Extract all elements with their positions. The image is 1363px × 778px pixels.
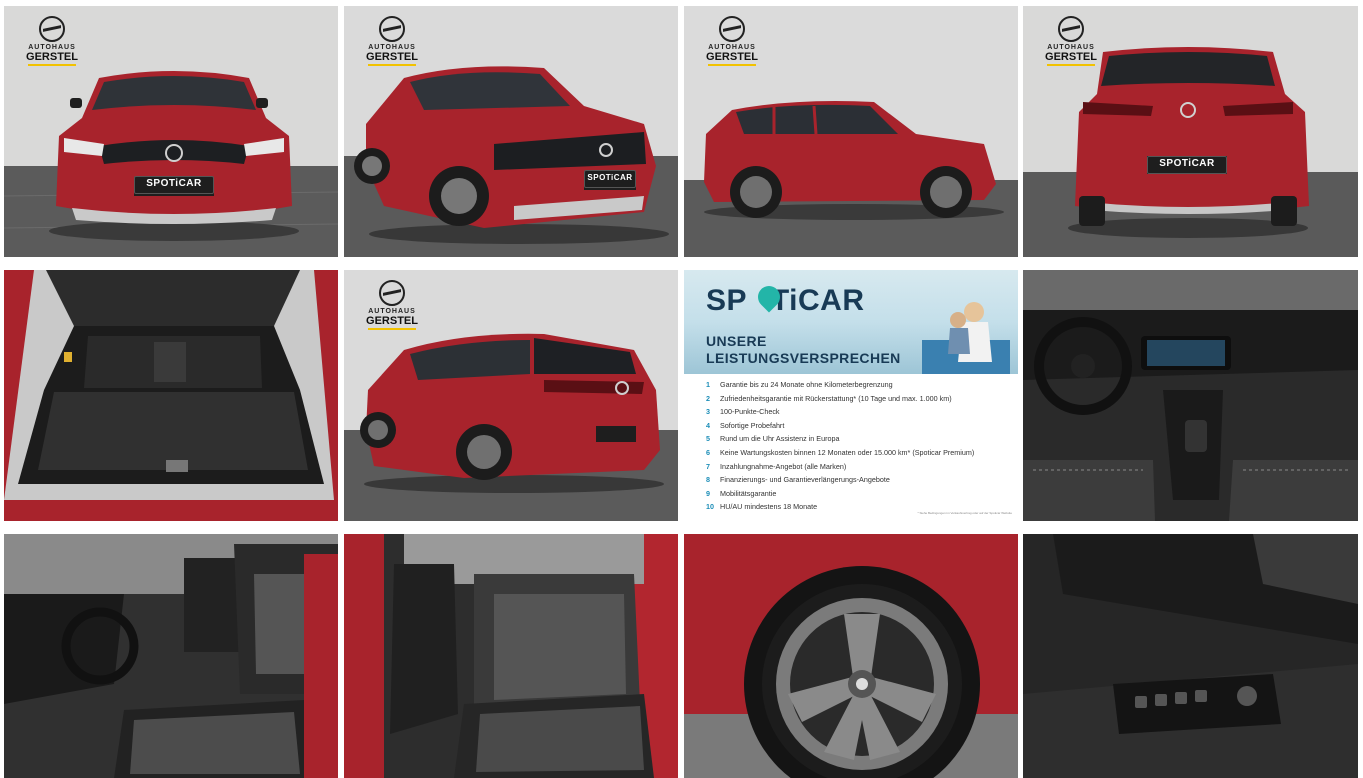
- dashboard-photo: [1023, 270, 1358, 521]
- front-seats-photo: [4, 534, 338, 778]
- dealer-logo: AUTOHAUS GERSTEL: [22, 16, 82, 66]
- list-item: 6 Keine Wartungskosten binnen 12 Monaten …: [706, 447, 975, 457]
- gallery-photo-rear-seats[interactable]: [344, 534, 678, 778]
- gallery-photo-door-controls[interactable]: [1023, 534, 1358, 778]
- door-panel-photo: [1023, 534, 1358, 778]
- list-item: 7 Inzahlungnahme-Angebot (alle Marken): [706, 461, 847, 471]
- gallery-photo-front-view[interactable]: AUTOHAUS GERSTEL SPOTiCAR: [4, 6, 338, 257]
- fine-print: * Siehe Bedingungen im Verkaufsvertrag o…: [917, 511, 1013, 515]
- list-item: 8 Finanzierungs- und Garantieverlängerung…: [706, 475, 890, 485]
- spoticar-promise-list: 1 Garantie bis zu 24 Monate ohne Kilomete…: [706, 378, 974, 514]
- gallery-photo-rear-view[interactable]: AUTOHAUS GERSTEL SPOTiCAR: [1023, 6, 1358, 257]
- dealer-logo: AUTOHAUS GERSTEL: [362, 280, 422, 330]
- gallery-photo-wheel[interactable]: [684, 534, 1018, 778]
- opel-logo-icon: [1058, 16, 1084, 42]
- license-plate: SPOTiCAR: [134, 176, 214, 194]
- list-item: 1 Garantie bis zu 24 Monate ohne Kilomete…: [706, 380, 893, 389]
- list-item: 9 Mobilitätsgarantie: [706, 488, 777, 498]
- list-item: 4 Sofortige Probefahrt: [706, 420, 785, 430]
- list-item: 5 Rund um die Uhr Assistenz in Europa: [706, 434, 840, 444]
- spoticar-heading: UNSERE LEISTUNGSVERSPRECHEN: [706, 333, 901, 366]
- rear-seats-photo: [344, 534, 678, 778]
- trunk-photo: [4, 270, 338, 521]
- dealer-logo: AUTOHAUS GERSTEL: [362, 16, 422, 66]
- family-photo: [922, 302, 1010, 374]
- opel-logo-icon: [719, 16, 745, 42]
- opel-logo-icon: [379, 280, 405, 306]
- gallery-photo-front-seats[interactable]: [4, 534, 338, 778]
- list-item: 2 Zufriedenheitsgarantie mit Rückerstattu…: [706, 393, 952, 403]
- gallery-photo-rear-three-quarter[interactable]: AUTOHAUS GERSTEL: [344, 270, 678, 521]
- gallery-photo-trunk[interactable]: [4, 270, 338, 521]
- gallery-spoticar-promise[interactable]: SPOTiCAR UNSERE LEISTUNGSVERSPRECHEN 1Ga…: [684, 270, 1018, 521]
- gallery-photo-dashboard[interactable]: [1023, 270, 1358, 521]
- dealer-logo: AUTOHAUS GERSTEL: [1041, 16, 1101, 66]
- wheel-photo: [684, 534, 1018, 778]
- dealer-logo: AUTOHAUS GERSTEL: [702, 16, 762, 66]
- gallery-photo-side-view[interactable]: AUTOHAUS GERSTEL: [684, 6, 1018, 257]
- opel-logo-icon: [39, 16, 65, 42]
- spoticar-logo: SPOTiCAR: [706, 284, 865, 317]
- list-item: 3 100-Punkte-Check: [706, 407, 780, 417]
- opel-logo-icon: [379, 16, 405, 42]
- photo-gallery: AUTOHAUS GERSTEL SPOTiCAR AUTOHAUS GERST…: [0, 0, 1363, 778]
- license-plate: SPOTiCAR: [1147, 156, 1227, 174]
- gallery-photo-front-three-quarter[interactable]: AUTOHAUS GERSTEL SPOTiCAR: [344, 6, 678, 257]
- license-plate: SPOTiCAR: [584, 170, 636, 188]
